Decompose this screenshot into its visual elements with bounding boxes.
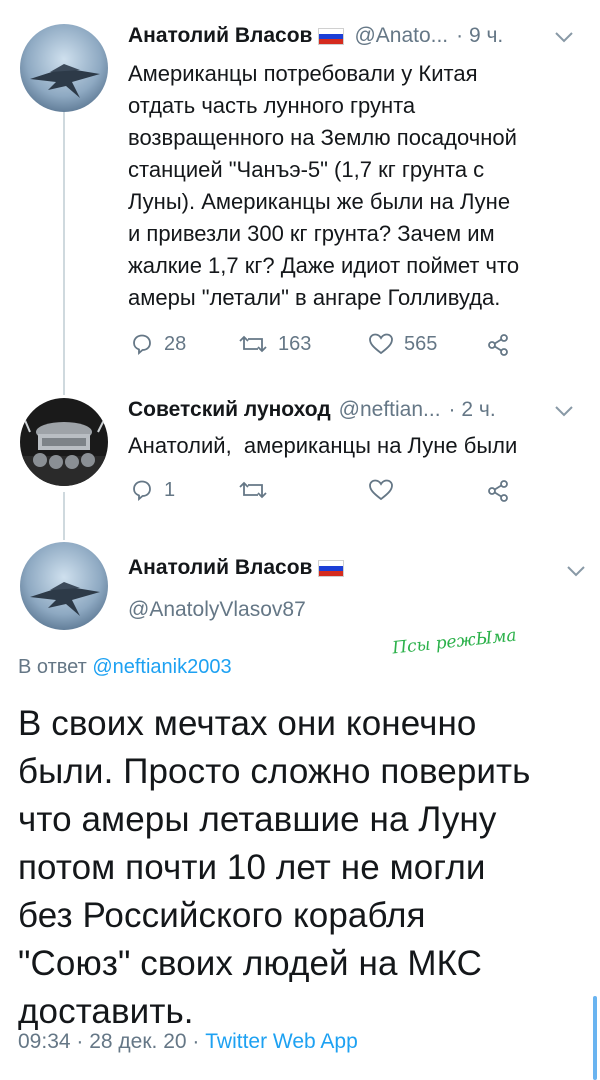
russian-flag-icon [318,559,345,577]
reply-count: 28 [164,332,187,355]
like-icon [368,478,394,502]
author-name[interactable]: Анатолий Власов [128,24,312,48]
thread-line-2 [63,492,65,540]
reply-count: 1 [164,478,176,501]
reply-icon [130,332,154,356]
like-button[interactable]: 565 [368,332,437,356]
retweet-count: 163 [278,332,312,355]
avatar[interactable] [20,398,108,486]
like-button[interactable] [368,478,404,502]
tweet-time[interactable]: · 2 ч. [449,398,496,422]
caret-down-icon[interactable] [566,564,586,582]
retweet-button[interactable] [238,478,278,502]
retweet-icon [238,478,268,502]
tweet-header: Советский луноход @neftian... · 2 ч. [128,398,496,422]
tweet-meta: 09:34 · 28 дек. 20 · Twitter Web App [18,1030,358,1054]
russian-flag-icon [318,27,345,45]
reply-context: В ответ @neftianik2003 [18,656,232,679]
thread-line-1 [63,112,65,395]
author-name[interactable]: Анатолий Власов [128,556,312,580]
share-button[interactable] [486,479,510,503]
caret-down-icon[interactable] [554,404,574,422]
author-handle[interactable]: @Anato... [354,24,448,48]
author-name[interactable]: Советский луноход [128,398,331,422]
author-handle[interactable]: @neftian... [339,398,441,422]
retweet-button[interactable]: 163 [238,332,311,356]
main-tweet-header: Анатолий Власов [128,556,345,580]
avatar[interactable] [20,24,108,112]
tweet-text: Американцы потребовали у Китая отдать ча… [128,61,520,310]
main-tweet-text: В своих мечтах они конечно были. Просто … [18,704,531,1031]
share-icon [486,333,510,357]
retweet-icon [238,332,268,356]
tweet-header: Анатолий Власов @Anato... · 9 ч. [128,24,503,48]
tweet-source-app[interactable]: Twitter Web App [205,1030,358,1053]
reply-button[interactable]: 28 [130,332,186,356]
share-icon [486,479,510,503]
reply-handle-link[interactable]: @neftianik2003 [92,656,231,678]
tweet-time[interactable]: · 9 ч. [456,24,503,48]
tweet-text: Анатолий, американцы на Луне были [128,433,518,458]
avatar[interactable] [20,542,108,630]
share-button[interactable] [486,333,510,357]
author-handle[interactable]: @AnatolyVlasov87 [128,598,306,622]
tweet-timestamp[interactable]: 09:34 · 28 дек. 20 · [18,1030,199,1053]
like-icon [368,332,394,356]
caret-down-icon[interactable] [554,30,574,48]
watermark: Псы режЫма [391,625,518,659]
reply-prefix: В ответ [18,656,87,678]
reply-button[interactable]: 1 [130,478,175,502]
scrollbar[interactable] [593,996,597,1080]
reply-icon [130,478,154,502]
like-count: 565 [404,332,438,355]
